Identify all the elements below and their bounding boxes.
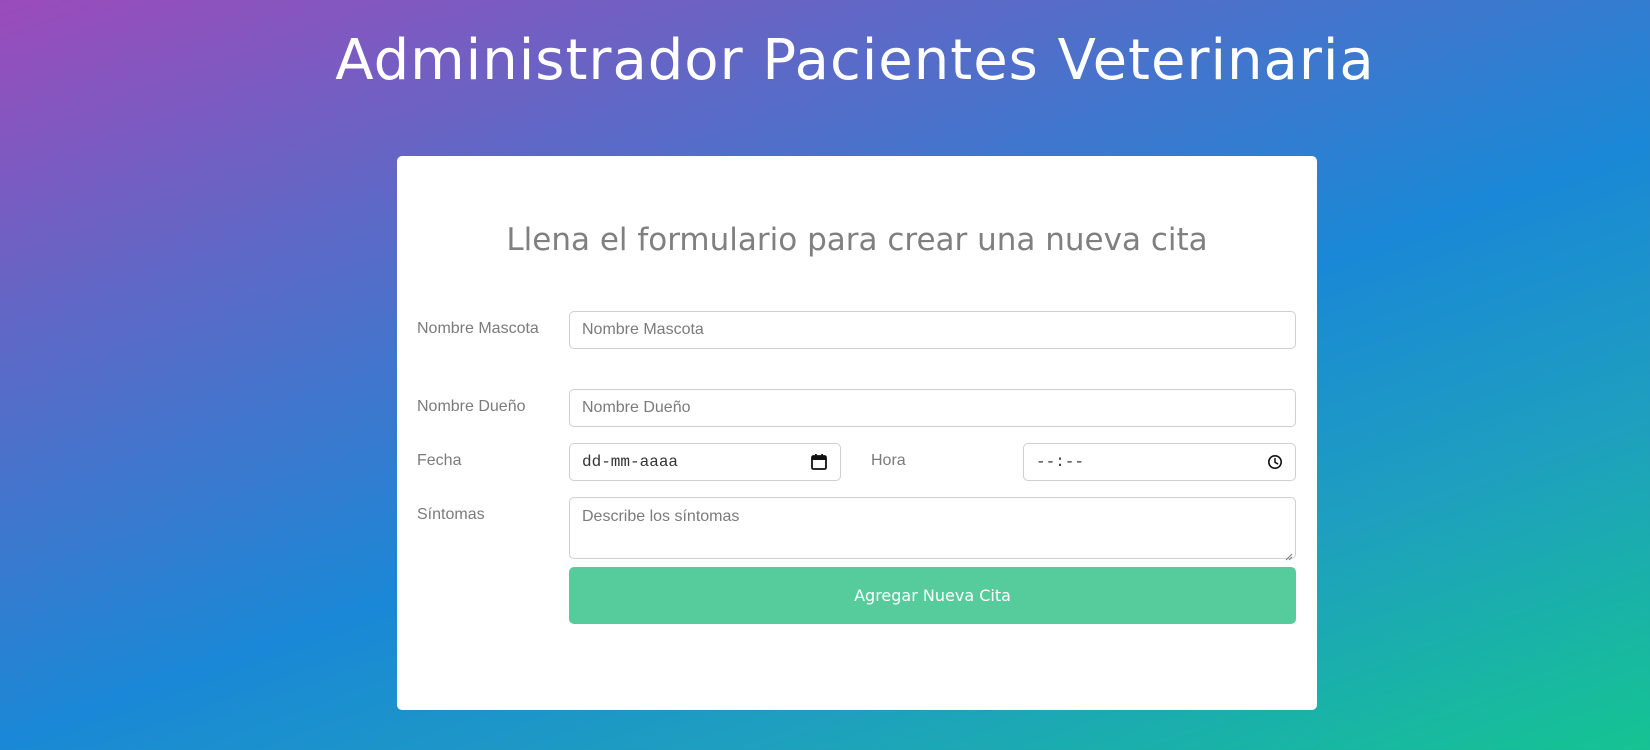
owner-name-label: Nombre Dueño [417,398,526,415]
time-placeholder: --:-- [1036,453,1085,471]
form-heading: Llena el formulario para crear una nueva… [506,222,1208,258]
time-input[interactable]: --:-- [1023,443,1296,481]
add-appointment-button[interactable]: Agregar Nueva Cita [569,567,1296,624]
pet-name-input[interactable]: Nombre Mascota [569,311,1296,349]
page-title: Administrador Pacientes Veterinaria [335,28,1375,93]
date-label: Fecha [417,452,462,469]
calendar-icon[interactable] [810,453,828,471]
clock-icon[interactable] [1267,454,1283,470]
pet-name-label: Nombre Mascota [417,320,539,337]
symptoms-label: Síntomas [417,506,485,523]
date-input[interactable]: dd-mm-aaaa [569,443,841,481]
owner-name-input[interactable]: Nombre Dueño [569,389,1296,427]
time-label: Hora [871,452,906,469]
owner-name-placeholder: Nombre Dueño [582,399,691,416]
symptoms-placeholder: Describe los síntomas [582,508,740,525]
appointment-form-card: Llena el formulario para crear una nueva… [397,156,1317,710]
pet-name-placeholder: Nombre Mascota [582,321,704,338]
date-placeholder: dd-mm-aaaa [582,453,679,471]
symptoms-textarea[interactable]: Describe los síntomas [569,497,1296,561]
resize-handle-icon[interactable] [1285,548,1293,561]
